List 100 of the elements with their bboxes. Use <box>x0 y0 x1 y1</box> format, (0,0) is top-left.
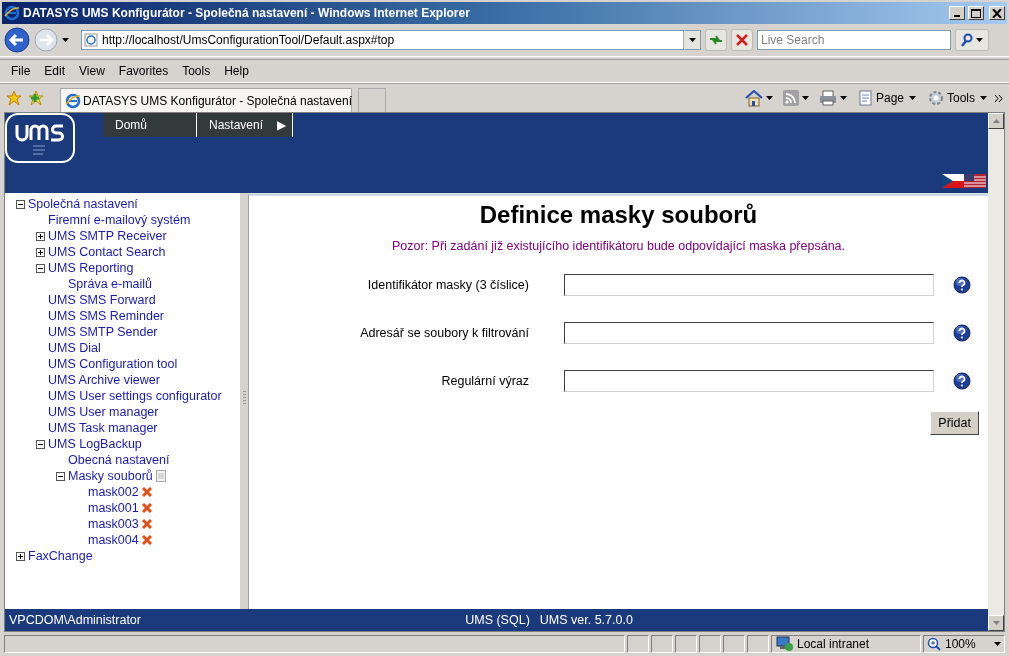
tree-item[interactable]: UMS Archive viewer <box>48 373 160 387</box>
menu-item[interactable]: Edit <box>44 64 66 78</box>
collapse-icon[interactable] <box>36 439 45 449</box>
tree-item[interactable]: UMS Contact Search <box>48 245 166 259</box>
tree-item[interactable]: Správa e-mailů <box>68 277 153 291</box>
status-panel <box>747 635 769 653</box>
maximize-icon <box>971 8 981 18</box>
delete-icon[interactable] <box>141 519 152 529</box>
help-icon[interactable] <box>953 276 971 294</box>
up-arrow-icon <box>992 119 1000 123</box>
field-label: Identifikátor masky (3 číslice) <box>366 278 529 292</box>
star-icon[interactable] <box>6 90 22 106</box>
delete-icon[interactable] <box>141 487 152 497</box>
search-icon <box>961 33 973 47</box>
help-icon[interactable] <box>953 372 971 390</box>
tree-item[interactable]: mask003 <box>88 517 139 531</box>
search-button[interactable] <box>955 29 989 51</box>
refresh-button[interactable] <box>705 29 727 51</box>
scroll-up-button[interactable] <box>988 113 1004 129</box>
warning-text: Pozor: Při zadání již existujícího identifikátoru bude odpovídající maska přepsána. <box>391 239 846 253</box>
search-field[interactable]: Live Search <box>757 30 951 50</box>
menu-item[interactable]: Help <box>224 64 249 78</box>
browser-tab[interactable]: DATASYS UMS Konfigurátor - Společná nastavení <box>60 88 352 112</box>
tree-item[interactable]: Masky souborů <box>68 469 153 483</box>
caret-icon[interactable] <box>909 96 916 100</box>
czech-flag-icon[interactable] <box>942 174 964 188</box>
ums-logo[interactable] <box>5 113 75 163</box>
caret-icon[interactable] <box>980 96 987 100</box>
text-field[interactable] <box>564 274 934 296</box>
nav-menu-item[interactable]: Domů <box>103 113 197 137</box>
refresh-icon <box>709 34 723 46</box>
tree-item[interactable]: UMS User manager <box>48 405 159 419</box>
close-icon <box>736 34 748 46</box>
stop-button[interactable] <box>731 29 753 51</box>
page-menu-button[interactable]: Page <box>856 90 906 106</box>
delete-icon[interactable] <box>141 535 152 545</box>
text-field[interactable] <box>564 370 934 392</box>
field-label: Adresář se soubory k filtrování <box>359 326 529 340</box>
close-button[interactable] <box>989 6 1005 20</box>
expand-icon[interactable] <box>36 231 45 241</box>
tree-item[interactable]: UMS SMTP Sender <box>48 325 158 339</box>
status-panel <box>723 635 745 653</box>
minimize-button[interactable] <box>949 6 965 20</box>
menu-item[interactable]: View <box>79 64 105 78</box>
tree-item[interactable]: UMS Configuration tool <box>48 357 178 371</box>
status-panel <box>627 635 649 653</box>
tree-item[interactable]: mask004 <box>88 533 139 547</box>
delete-icon[interactable] <box>141 503 152 513</box>
tree-item[interactable]: UMS Task manager <box>48 421 158 435</box>
zoom-control[interactable]: 100% <box>923 635 1005 653</box>
tree-item[interactable]: UMS SMS Forward <box>48 293 156 307</box>
menu-item[interactable]: Favorites <box>118 64 169 78</box>
dropdown-icon[interactable] <box>688 38 696 42</box>
tools-menu-button[interactable]: Tools <box>926 90 977 106</box>
tree-item[interactable]: UMS User settings configurator <box>48 389 222 403</box>
tree-item[interactable]: FaxChange <box>28 549 93 563</box>
caret-icon[interactable] <box>839 96 847 100</box>
print-icon[interactable] <box>818 90 837 106</box>
network-icon <box>775 636 793 652</box>
tree-item[interactable]: UMS SMTP Receiver <box>48 229 167 243</box>
field-label: Regulární výraz <box>440 374 529 388</box>
tree-item[interactable]: mask001 <box>88 501 139 515</box>
tree-item[interactable]: UMS Reporting <box>48 261 134 275</box>
nav-menu-item[interactable]: Nastavení ▶ <box>197 113 293 137</box>
home-icon[interactable] <box>744 89 763 107</box>
tree-item[interactable]: UMS LogBackup <box>48 437 142 451</box>
chevron-icon[interactable] <box>995 94 1003 102</box>
menu-item[interactable]: File <box>11 64 31 78</box>
down-arrow-icon <box>992 621 1000 625</box>
tree-item[interactable]: Firemní e-mailový systém <box>48 213 191 227</box>
history-caret-icon[interactable] <box>62 38 69 42</box>
tree-item[interactable]: UMS Dial <box>48 341 101 355</box>
text-field[interactable] <box>564 322 934 344</box>
address-field[interactable]: http://localhost/UmsConfigurationTool/Default.aspx#top <box>81 30 701 50</box>
splitter-handle[interactable] <box>243 391 246 405</box>
maximize-button[interactable] <box>968 6 984 20</box>
caret-icon[interactable] <box>994 642 1001 646</box>
menu-item[interactable]: Tools <box>182 64 211 78</box>
caret-icon[interactable] <box>976 38 983 42</box>
scroll-down-button[interactable] <box>988 615 1004 631</box>
help-icon[interactable] <box>953 324 971 342</box>
caret-icon[interactable] <box>765 96 773 100</box>
us-flag-icon[interactable] <box>964 174 986 188</box>
tree-item[interactable]: Obecná nastavení <box>68 453 170 467</box>
expand-icon[interactable] <box>36 247 45 257</box>
ie-logo-icon <box>4 5 20 21</box>
tree-item[interactable]: mask002 <box>88 485 139 499</box>
status-panel <box>675 635 697 653</box>
expand-icon[interactable] <box>16 551 25 561</box>
collapse-icon[interactable] <box>36 263 45 273</box>
collapse-icon[interactable] <box>16 199 25 209</box>
collapse-icon[interactable] <box>56 471 65 481</box>
caret-icon[interactable] <box>801 96 809 100</box>
minimize-icon <box>954 15 960 17</box>
tree-item[interactable]: UMS SMS Reminder <box>48 309 164 323</box>
submenu-arrow: ▶ <box>277 118 287 132</box>
database-label: UMS (SQL) <box>465 613 530 627</box>
add-button[interactable]: Přidat <box>930 411 979 435</box>
back-button[interactable] <box>4 27 30 53</box>
tree-item[interactable]: Společná nastavení <box>28 197 138 211</box>
